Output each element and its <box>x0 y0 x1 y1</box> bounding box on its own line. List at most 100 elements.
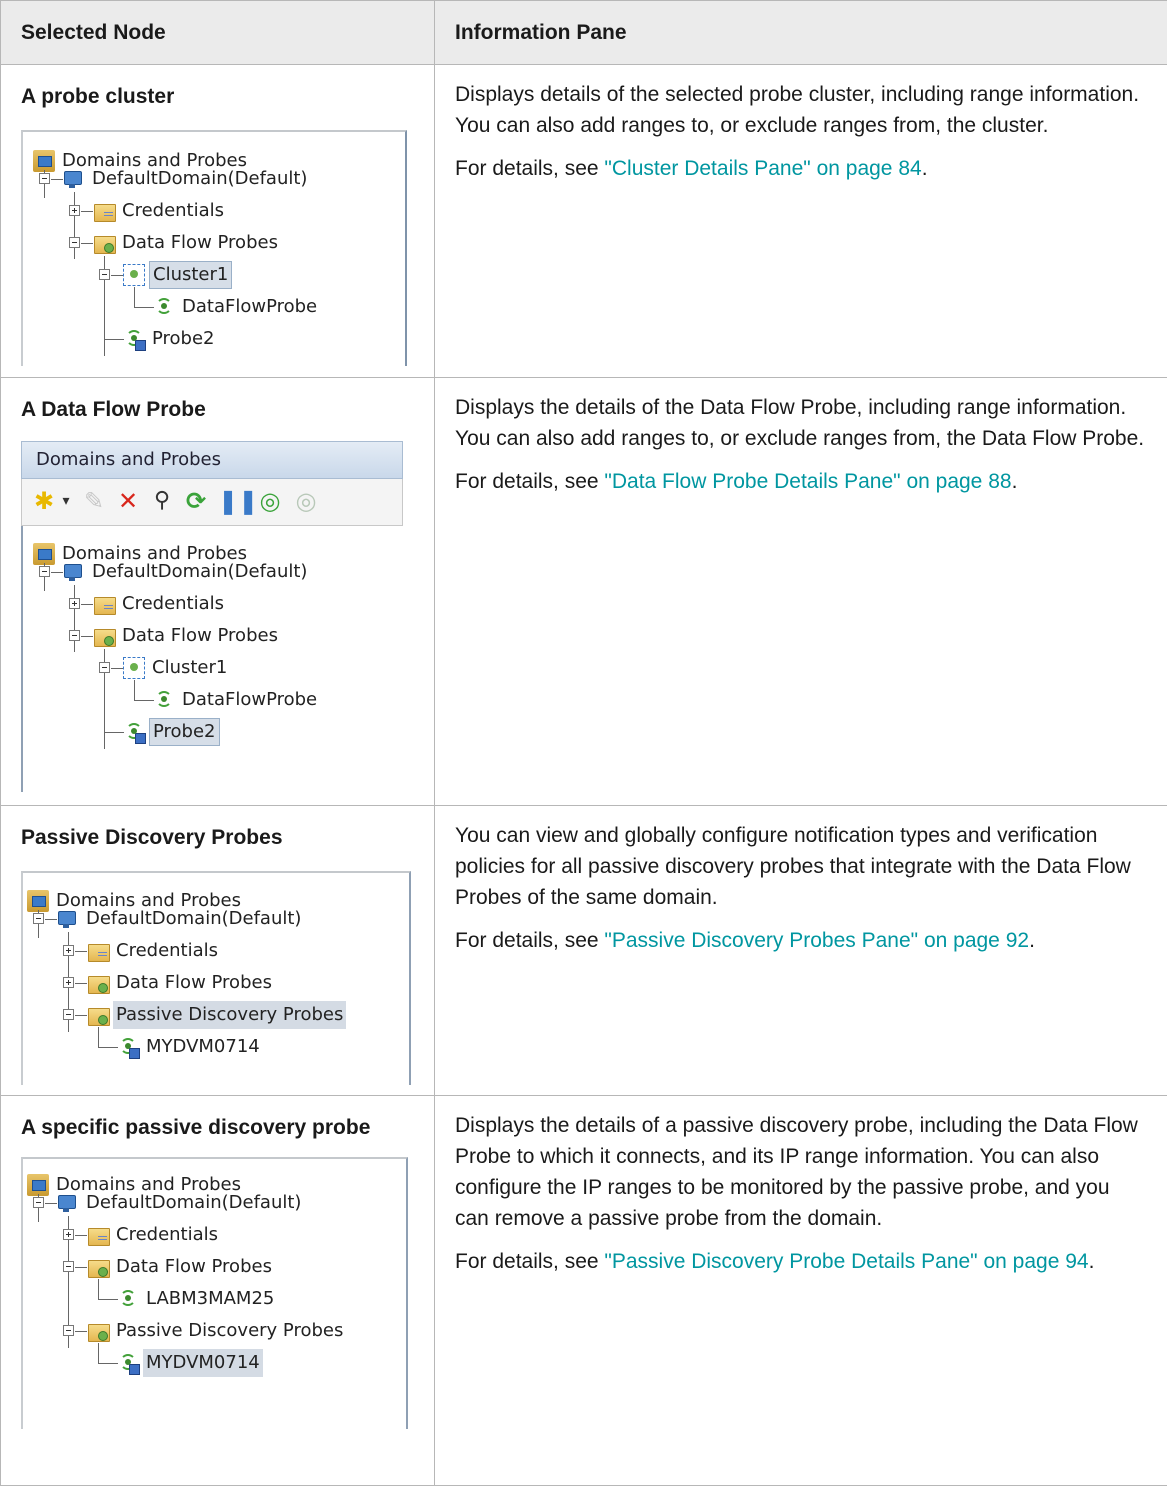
tree-label-selected: Cluster1 <box>149 261 232 289</box>
collapse-icon[interactable] <box>63 1261 74 1272</box>
collapse-icon[interactable] <box>33 913 44 924</box>
credentials-folder-icon <box>93 200 115 222</box>
collapse-icon[interactable] <box>39 566 50 577</box>
passive-probes-folder-icon <box>87 1320 109 1342</box>
header-information-pane: Information Pane <box>435 1 1167 65</box>
expand-icon[interactable] <box>63 945 74 956</box>
details-line: For details, see "Passive Discovery Prob… <box>455 925 1147 956</box>
probe-icon <box>153 296 175 318</box>
table-row: A Data Flow Probe Domains and Probes ✱ ▾… <box>1 378 1167 806</box>
details-suffix: . <box>1012 470 1018 493</box>
node-title: A Data Flow Probe <box>21 394 414 425</box>
tree-label: Data Flow Probes <box>113 1253 275 1281</box>
tree-label: Data Flow Probes <box>119 622 281 650</box>
probe-disabled-icon[interactable]: ◎ <box>292 487 320 515</box>
tree-label: Credentials <box>119 590 227 618</box>
domains-root-icon <box>33 150 55 172</box>
description-cell: Displays the details of the Data Flow Pr… <box>435 378 1167 806</box>
domains-root-icon <box>33 543 55 565</box>
tree-screenshot: Domains and Probes DefaultDomain(Default… <box>21 871 411 1085</box>
details-link[interactable]: "Passive Discovery Probe Details Pane" o… <box>604 1250 1088 1273</box>
domain-icon <box>63 168 85 190</box>
details-suffix: . <box>922 157 928 180</box>
domain-icon <box>57 908 79 930</box>
tree-label: DefaultDomain(Default) <box>89 165 310 193</box>
description-text: Displays the details of the Data Flow Pr… <box>455 392 1147 454</box>
collapse-icon[interactable] <box>63 1325 74 1336</box>
tree-label: DefaultDomain(Default) <box>83 905 304 933</box>
domains-root-icon <box>27 1174 49 1196</box>
collapse-icon[interactable] <box>33 1197 44 1208</box>
table-row: A specific passive discovery probe Domai… <box>1 1096 1167 1486</box>
collapse-icon[interactable] <box>63 1009 74 1020</box>
header-selected-node: Selected Node <box>1 1 435 65</box>
domain-warning-icon <box>57 1192 79 1214</box>
description-text: You can view and globally configure noti… <box>455 820 1147 913</box>
cluster-icon <box>123 657 145 679</box>
details-link[interactable]: "Passive Discovery Probes Pane" on page … <box>604 929 1029 952</box>
node-cell: Passive Discovery Probes Domains and Pro… <box>1 806 435 1096</box>
tree-label: LABM3MAM25 <box>143 1285 277 1313</box>
details-link[interactable]: "Cluster Details Pane" on page 84 <box>604 157 921 180</box>
refresh-icon[interactable]: ⟳ <box>182 487 210 515</box>
tree-label: Credentials <box>119 197 227 225</box>
description-cell: Displays the details of a passive discov… <box>435 1096 1167 1486</box>
collapse-icon[interactable] <box>99 662 110 673</box>
domains-root-icon <box>27 890 49 912</box>
collapse-icon[interactable] <box>69 630 80 641</box>
tree-screenshot: Domains and Probes DefaultDomain(Default… <box>21 130 407 366</box>
description-text: Displays details of the selected probe c… <box>455 79 1147 141</box>
tree-label: Credentials <box>113 1221 221 1249</box>
tree-row[interactable]: Passive Discovery Probes <box>87 1317 402 1345</box>
details-prefix: For details, see <box>455 929 604 952</box>
probes-folder-icon <box>93 232 115 254</box>
probe-icon <box>123 721 145 743</box>
nodes-table: Selected Node Information Pane A probe c… <box>0 0 1167 1486</box>
credentials-folder-icon <box>93 593 115 615</box>
passive-probe-icon <box>117 1352 139 1374</box>
details-suffix: . <box>1029 929 1035 952</box>
details-link[interactable]: "Data Flow Probe Details Pane" on page 8… <box>604 470 1011 493</box>
probes-folder-icon <box>87 1256 109 1278</box>
details-line: For details, see "Passive Discovery Prob… <box>455 1246 1147 1277</box>
tree-label-selected: MYDVM0714 <box>143 1349 263 1377</box>
tree-label-selected: Passive Discovery Probes <box>113 1001 346 1029</box>
details-prefix: For details, see <box>455 1250 604 1273</box>
delete-icon[interactable]: ✕ <box>114 487 142 515</box>
cluster-icon <box>123 264 145 286</box>
node-title: A probe cluster <box>21 81 414 112</box>
node-cell: A Data Flow Probe Domains and Probes ✱ ▾… <box>1 378 435 806</box>
collapse-icon[interactable] <box>69 237 80 248</box>
expand-icon[interactable] <box>69 598 80 609</box>
table-row: A probe cluster Domains and Probes Defau… <box>1 65 1167 378</box>
expand-icon[interactable] <box>63 1229 74 1240</box>
tree-label: Credentials <box>113 937 221 965</box>
tree-label-selected: Probe2 <box>149 718 220 746</box>
expand-icon[interactable] <box>69 205 80 216</box>
details-prefix: For details, see <box>455 157 604 180</box>
node-cell: A specific passive discovery probe Domai… <box>1 1096 435 1486</box>
probe-add-icon[interactable]: ◎ <box>256 487 284 515</box>
edit-icon[interactable]: ✎ <box>80 487 108 515</box>
details-suffix: . <box>1089 1250 1095 1273</box>
tree-screenshot: Domains and Probes DefaultDomain(Default… <box>21 1157 408 1429</box>
search-icon[interactable]: ⚲ <box>148 487 176 515</box>
tree-label: Cluster1 <box>149 654 230 682</box>
expand-icon[interactable] <box>63 977 74 988</box>
pause-icon[interactable]: ❚❚ <box>218 487 246 515</box>
node-title: Passive Discovery Probes <box>21 822 414 853</box>
collapse-icon[interactable] <box>39 173 50 184</box>
tree-label: DefaultDomain(Default) <box>89 558 310 586</box>
table-header-row: Selected Node Information Pane <box>1 1 1167 65</box>
passive-probes-folder-icon <box>87 1004 109 1026</box>
tree-screenshot: Domains and Probes ✱ ▾ ✎ ✕ ⚲ ⟳ ❚❚ ◎ ◎ <box>21 441 403 791</box>
tree-label: DefaultDomain(Default) <box>83 1189 304 1217</box>
dropdown-arrow-icon[interactable]: ▾ <box>52 487 80 515</box>
pane-header: Domains and Probes <box>21 441 403 479</box>
probe-icon <box>123 328 145 350</box>
tree-label: DataFlowProbe <box>179 293 320 321</box>
collapse-icon[interactable] <box>99 269 110 280</box>
toolbar: ✱ ▾ ✎ ✕ ⚲ ⟳ ❚❚ ◎ ◎ <box>21 479 403 526</box>
details-line: For details, see "Data Flow Probe Detail… <box>455 466 1147 497</box>
tree-label: Probe2 <box>149 325 218 353</box>
